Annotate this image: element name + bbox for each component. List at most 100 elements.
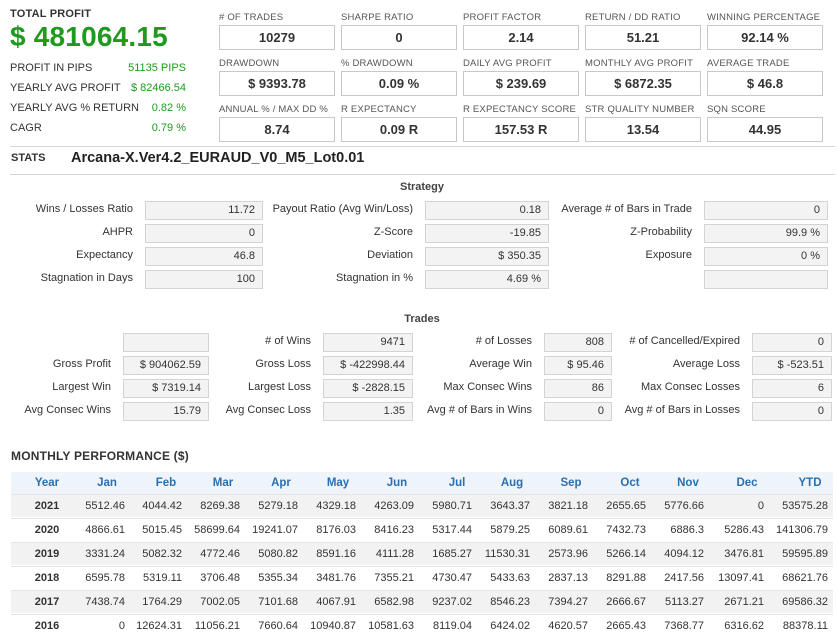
monthly-header-sep: Sep [560, 477, 582, 489]
monthly-header-oct: Oct [620, 477, 640, 489]
strategy-section-title: Strategy [399, 181, 445, 193]
metric-label: STR QUALITY NUMBER [585, 104, 695, 115]
trades-stat-label: Max Consec Wins [443, 381, 532, 393]
monthly-value: 53575.28 [782, 500, 828, 512]
monthly-row: 2018 6595.78 5319.11 3706.48 5355.34 3481.76 7… [11, 566, 833, 589]
divider [10, 146, 835, 147]
monthly-value: 59595.89 [782, 548, 828, 560]
monthly-header-year: Year [34, 477, 60, 489]
monthly-header-jun: Jun [386, 477, 408, 489]
monthly-value: 3476.81 [724, 548, 764, 560]
summary-label: YEARLY AVG PROFIT [10, 82, 121, 94]
monthly-value: 0 [757, 500, 764, 512]
trades-stat-label: Max Consec Losses [640, 381, 740, 393]
trades-stat-value: 6 [752, 379, 832, 398]
metric-card: AVERAGE TRADE $ 46.8 [707, 58, 823, 96]
metric-card: DRAWDOWN $ 9393.78 [219, 58, 335, 96]
metric-label: DAILY AVG PROFIT [463, 58, 552, 69]
trades-stat-label: Average Win [469, 358, 532, 370]
monthly-value: 88378.11 [782, 620, 828, 632]
metric-value: $ 9393.78 [219, 71, 335, 96]
strategy-stat-label: Deviation [367, 249, 413, 261]
metric-label: WINNING PERCENTAGE [707, 12, 821, 23]
metric-card: STR QUALITY NUMBER 13.54 [585, 104, 701, 142]
trades-stat-label: # of Cancelled/Expired [629, 335, 740, 347]
metric-card: % DRAWDOWN 0.09 % [341, 58, 457, 96]
trades-stat-value: $ -523.51 [752, 356, 832, 375]
monthly-value: 13097.41 [718, 572, 764, 584]
metric-value: $ 6872.35 [585, 71, 701, 96]
metric-value: $ 46.8 [707, 71, 823, 96]
metric-card: R EXPECTANCY SCORE 157.53 R [463, 104, 579, 142]
metric-card: WINNING PERCENTAGE 92.14 % [707, 12, 823, 50]
total-profit-value: $ 481064.15 [10, 21, 168, 52]
metric-card: DAILY AVG PROFIT $ 239.69 [463, 58, 579, 96]
summary-label: CAGR [10, 122, 42, 134]
strategy-stat-label: Average # of Bars in Trade [561, 203, 692, 215]
metric-card: MONTHLY AVG PROFIT $ 6872.35 [585, 58, 701, 96]
metric-card: RETURN / DD RATIO 51.21 [585, 12, 701, 50]
monthly-header-row: Year Jan Feb Mar Apr May Jun Jul Aug Sep Oct Nov Dec… [11, 472, 833, 494]
metric-value: 51.21 [585, 25, 701, 50]
metric-label: # OF TRADES [219, 12, 284, 23]
metric-label: PROFIT FACTOR [463, 12, 542, 23]
strategy-stat-label: Wins / Losses Ratio [35, 203, 133, 215]
trades-stat-label: Gross Profit [52, 358, 111, 370]
metric-label: R EXPECTANCY SCORE [463, 104, 577, 115]
metric-label: % DRAWDOWN [341, 58, 413, 69]
trades-stat-label: Avg Consec Wins [24, 404, 111, 416]
monthly-row: 2019 3331.24 5082.32 4772.46 5080.82 8591.16 4… [11, 542, 833, 565]
metric-value: 92.14 % [707, 25, 823, 50]
metric-value: 2.14 [463, 25, 579, 50]
stats-header: STATS Arcana-X.Ver4.2_EURAUD_V0_M5_Lot0.… [10, 150, 835, 172]
metric-label: DRAWDOWN [219, 58, 280, 69]
monthly-row: 2017 7438.74 1764.29 7002.05 7101.68 4067.91 6… [11, 590, 833, 613]
stats-label: STATS [11, 152, 46, 164]
summary-label: PROFIT IN PIPS [10, 62, 93, 74]
metric-card: PROFIT FACTOR 2.14 [463, 12, 579, 50]
metric-label: RETURN / DD RATIO [585, 12, 681, 23]
trades-stat-label: Largest Loss [248, 381, 311, 393]
metric-value: 8.74 [219, 117, 335, 142]
strategy-stat-label: Expectancy [76, 249, 133, 261]
summary-value: 0.79 % [151, 122, 186, 134]
metric-label: ANNUAL % / MAX DD % [219, 104, 329, 115]
metric-card: SQN SCORE 44.95 [707, 104, 823, 142]
monthly-value: 141306.79 [776, 524, 828, 536]
metric-card: SHARPE RATIO 0 [341, 12, 457, 50]
strategy-name: Arcana-X.Ver4.2_EURAUD_V0_M5_Lot0.01 [71, 150, 365, 166]
metric-label: AVERAGE TRADE [707, 58, 790, 69]
monthly-performance-title: MONTHLY PERFORMANCE ($) [11, 449, 189, 463]
metric-label: SQN SCORE [707, 104, 766, 115]
trades-stat-value: 0 [752, 402, 832, 421]
trades-stat-label: # of Losses [475, 335, 532, 347]
strategy-stat-value: 4.69 % [425, 270, 549, 289]
strategy-stat-label: Exposure [645, 249, 692, 261]
summary-value: 0.82 % [151, 102, 186, 114]
monthly-header-nov: Nov [677, 477, 699, 489]
metric-card: # OF TRADES 10279 [219, 12, 335, 50]
metric-value: $ 239.69 [463, 71, 579, 96]
summary-value: 51135 PIPS [128, 62, 186, 74]
metric-label: MONTHLY AVG PROFIT [585, 58, 694, 69]
monthly-header-may: May [326, 477, 350, 489]
metric-value: 0.09 % [341, 71, 457, 96]
monthly-header-feb: Feb [155, 477, 177, 489]
trades-stat-value: 0 [752, 333, 832, 352]
trades-stat-label: Avg # of Bars in Wins [427, 404, 532, 416]
strategy-stat-label: AHPR [102, 226, 133, 238]
metric-value: 10279 [219, 25, 335, 50]
metric-label: SHARPE RATIO [341, 12, 414, 23]
metric-value: 44.95 [707, 117, 823, 142]
monthly-header-aug: Aug [500, 477, 524, 489]
trades-stat-label: Avg # of Bars in Losses [624, 404, 740, 416]
strategy-stat-label: Z-Probability [630, 226, 692, 238]
metric-value: 0.09 R [341, 117, 457, 142]
monthly-value: 2671.21 [724, 596, 764, 608]
monthly-row: 2021 5512.46 4044.42 8269.38 5279.18 4329.18 4… [11, 494, 833, 517]
trades-stat-label: Gross Loss [255, 358, 311, 370]
summary-panel: TOTAL PROFIT $ 481064.15 PROFIT IN PIPS … [10, 8, 190, 134]
metric-card: R EXPECTANCY 0.09 R [341, 104, 457, 142]
trades-stat-label: # of Wins [265, 335, 311, 347]
monthly-header-ytd: YTD [798, 477, 822, 489]
